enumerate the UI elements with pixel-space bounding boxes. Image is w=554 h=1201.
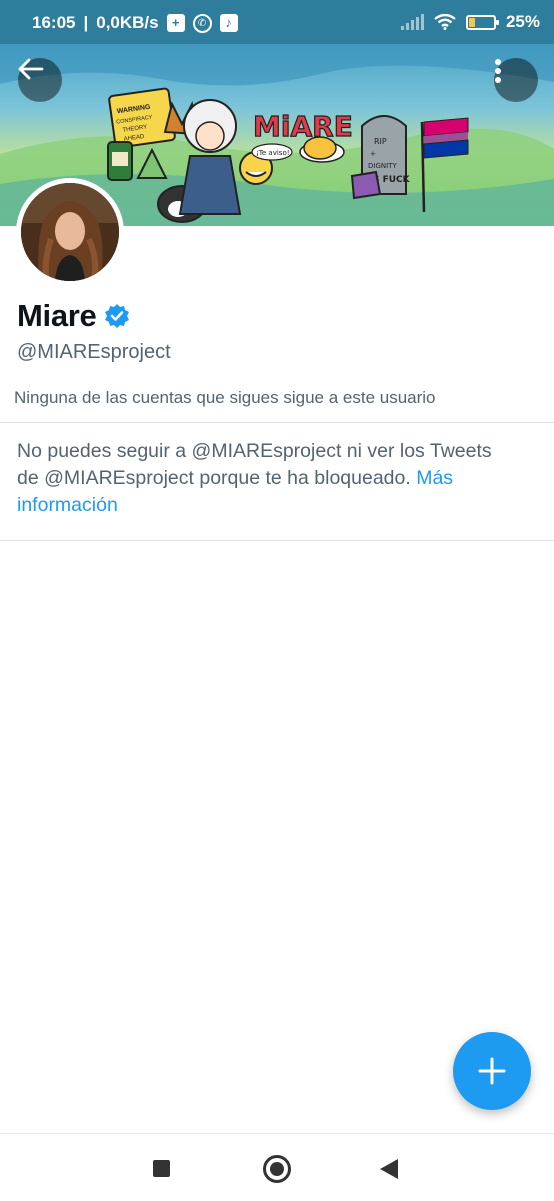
followers-you-know-note: Ninguna de las cuentas que sigues sigue …: [14, 388, 436, 407]
divider: [0, 422, 554, 423]
status-bar: 16:05 | 0,0KB/s + ✆ ♪ 25%: [0, 0, 554, 44]
whatsapp-icon: ✆: [192, 13, 212, 33]
profile-name: Miare: [17, 298, 97, 333]
recent-apps-button[interactable]: [153, 1160, 170, 1177]
compose-tweet-button[interactable]: [453, 1032, 531, 1110]
system-navigation-bar: [0, 1133, 554, 1201]
banner-speech: ¡Te aviso!: [256, 149, 290, 157]
battery-icon: [465, 14, 499, 30]
svg-text:RIP: RIP: [374, 137, 387, 146]
divider: [0, 540, 554, 541]
profile-name-row: Miare: [17, 298, 130, 334]
battery-saver-icon: +: [166, 14, 185, 32]
more-options-button[interactable]: [494, 58, 538, 102]
banner-title: MiARE: [253, 110, 353, 143]
status-left: 16:05 | 0,0KB/s + ✆ ♪: [32, 13, 238, 33]
wifi-icon: [434, 14, 456, 30]
warning-sign: WARNING CONSPIRACY THEORY AHEAD: [108, 87, 176, 149]
music-app-icon: ♪: [219, 14, 238, 32]
home-button[interactable]: [263, 1155, 291, 1183]
back-button[interactable]: [18, 58, 62, 102]
more-vertical-icon: [495, 59, 501, 83]
verified-badge-icon: [105, 304, 130, 328]
arrow-left-icon: [18, 58, 44, 80]
plus-icon: [478, 1057, 506, 1085]
avatar[interactable]: [16, 178, 124, 286]
signal-icon: [400, 14, 424, 30]
status-time: 16:05: [32, 13, 76, 32]
status-speed: 0,0KB/s: [96, 13, 159, 32]
blocked-message: No puedes seguir a @MIAREsproject ni ver…: [17, 438, 517, 519]
battery-percent: 25%: [505, 12, 540, 31]
profile-handle: @MIAREsproject: [17, 341, 171, 363]
svg-text:DIGNITY: DIGNITY: [368, 162, 397, 170]
system-back-button[interactable]: [380, 1159, 398, 1179]
svg-text:+: +: [370, 150, 376, 158]
avatar-photo: [21, 183, 119, 281]
status-right: 25%: [400, 12, 540, 32]
